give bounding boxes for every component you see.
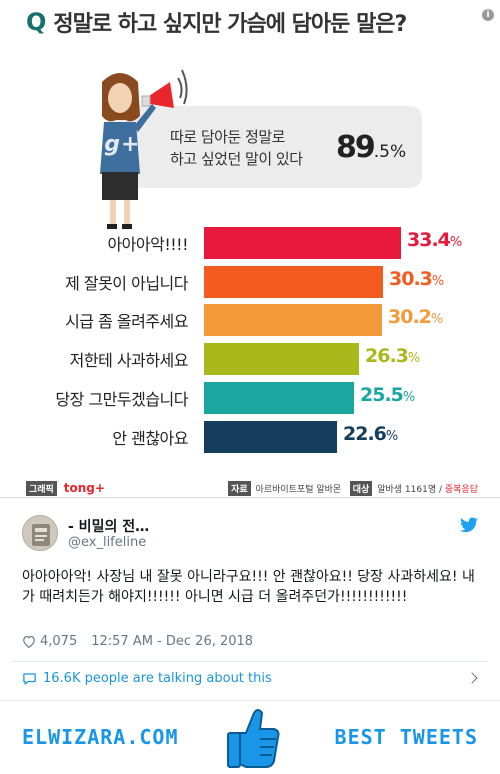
bar [204,421,337,453]
bar-row: 안 괜찮아요 22.6% [0,421,500,453]
tweet-text: 아아아아악! 사장님 내 잘못 아니라구요!!! 안 괜찮아요!! 당장 사과하… [22,569,475,605]
bar-row: 아아아악!!!! 33.4% [0,227,500,259]
comment-icon [23,672,36,685]
bar-row: 당장 그만두겠습니다 25.5% [0,382,500,414]
bar [204,382,354,414]
bar-row: 저한테 사과하세요 26.3% [0,343,500,375]
bar-value: 26.3% [365,345,420,367]
avatar[interactable] [22,515,58,551]
bar-value: 25.5% [360,384,415,406]
display-name[interactable]: - ⁠비밀의 전… [68,516,149,536]
bar-label: 시급 좀 올려주세요 [65,312,188,331]
source-text: 아르바이트포털 알바몬 [255,485,342,495]
bar-value: 22.6% [343,423,398,445]
tong-logo: tong+ [63,481,105,495]
question-title: Q 정말로 하고 싶지만 가슴에 담아둔 말은? [26,4,407,40]
talking-link[interactable]: 16.6K people are talking about this [22,671,272,686]
bar-value: 30.2% [388,306,443,328]
bar-label: 아아아악!!!! [107,235,188,254]
graphic-chip: 그래픽 [26,481,57,496]
twitter-bird-icon[interactable] [460,517,478,533]
summary-value: 89 [336,130,376,165]
bar-value-unit: % [402,390,415,405]
bar-value-number: 30.3 [389,268,433,290]
bar-row: 시급 좀 올려주세요 30.2% [0,304,500,336]
question-mark: Q [26,8,46,36]
megaphone-icon [141,82,174,108]
divider [12,661,488,662]
bar-value-number: 25.5 [360,384,404,406]
bar-value-unit: % [430,312,443,327]
avatar-image [23,516,57,550]
heart-icon[interactable] [22,635,36,648]
bar-value-unit: % [431,274,444,289]
tweet-card[interactable]: - ⁠비밀의 전… @ex_lifeline 아아아아악! 사장님 내 잘못 아… [0,499,500,699]
bar-value-number: 22.6 [343,423,387,445]
infographic-footer: 그래픽 tong+ 자료 아르바이트포털 알바몬 대상 알바생 1161명 / … [26,481,478,497]
bar [204,266,383,298]
bar-label: 당장 그만두겠습니다 [55,390,188,409]
bar-value: 30.3% [389,268,444,290]
target-chip: 대상 [349,481,373,496]
summary-percent: 89.5% [336,130,406,165]
info-icon[interactable]: i [482,9,494,21]
bar-value-unit: % [449,235,462,250]
user-handle[interactable]: @ex_lifeline [68,535,146,550]
bar-value-unit: % [407,351,420,366]
bar-value-number: 33.4 [407,229,451,251]
tong-watermark: tong+ [60,132,141,157]
question-text: 정말로 하고 싶지만 가슴에 담아둔 말은? [53,12,407,37]
infographic: Q 정말로 하고 싶지만 가슴에 담아둔 말은? i 따로 담아둔 정말로 하고… [0,0,500,498]
bar-value-number: 30.2 [388,306,432,328]
best-tweets-label[interactable]: BEST TWEETS [335,725,478,749]
target-text: 알바생 1161명 / [377,485,442,495]
site-name[interactable]: ELWIZARA.COM [22,725,179,749]
source-info: 자료 아르바이트포털 알바몬 대상 알바생 1161명 / 중복응답 [228,481,478,496]
bar-value: 33.4% [407,229,462,251]
bar-label: 안 괜찮아요 [112,429,188,448]
source-chip: 자료 [228,481,251,496]
bar [204,343,359,375]
like-count[interactable]: 4,075 [40,634,77,649]
bar-row: 제 잘못이 아닙니다 30.3% [0,266,500,298]
talking-text[interactable]: 16.6K people are talking about this [43,671,272,686]
bar [204,227,401,259]
duplicate-note: 중복응답 [444,485,478,495]
bottom-banner: ELWIZARA.COM BEST TWEETS [0,700,500,774]
tweet-meta: 4,075 12:57 AM - Dec 26, 2018 [22,634,253,649]
bar-value-unit: % [385,429,398,444]
tweet-timestamp[interactable]: 12:57 AM - Dec 26, 2018 [91,634,253,649]
thumbs-up-icon [227,709,280,768]
chevron-right-icon[interactable] [466,672,478,684]
bar-label: 저한테 사과하세요 [69,351,189,370]
bar-label: 제 잘못이 아닙니다 [65,274,188,293]
bar [204,304,382,336]
summary-decimal: .5% [373,142,407,162]
bar-value-number: 26.3 [365,345,409,367]
